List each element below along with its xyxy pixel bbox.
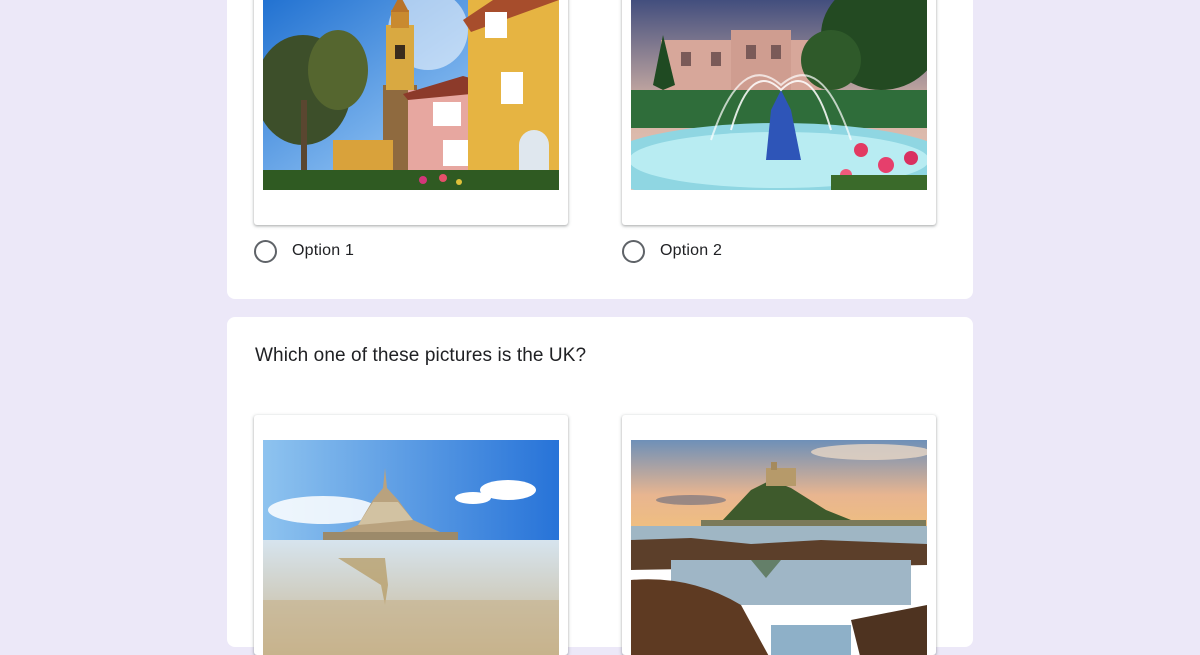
option-2-radio[interactable] xyxy=(622,239,645,263)
question-title: Which one of these pictures is the UK? xyxy=(255,345,587,366)
question-card-2: Which one of these pictures is the UK? xyxy=(227,317,973,655)
portmeirion-village-photo xyxy=(263,0,559,190)
question-card-1: Option 1 Option 2 xyxy=(227,0,973,299)
option-1-image xyxy=(254,0,568,225)
option-3-image xyxy=(254,415,568,655)
option-4-image xyxy=(622,415,936,655)
option-1-label: Option 1 xyxy=(292,242,355,259)
option-2-label: Option 2 xyxy=(660,242,723,259)
option-1[interactable]: Option 1 xyxy=(254,238,354,264)
portmeirion-fountain-photo xyxy=(631,0,927,190)
option-2-image xyxy=(622,0,936,225)
st-michaels-mount-photo xyxy=(631,440,927,655)
option-1-radio[interactable] xyxy=(254,239,277,263)
mont-saint-michel-photo xyxy=(263,440,559,655)
option-2[interactable]: Option 2 xyxy=(622,238,722,264)
